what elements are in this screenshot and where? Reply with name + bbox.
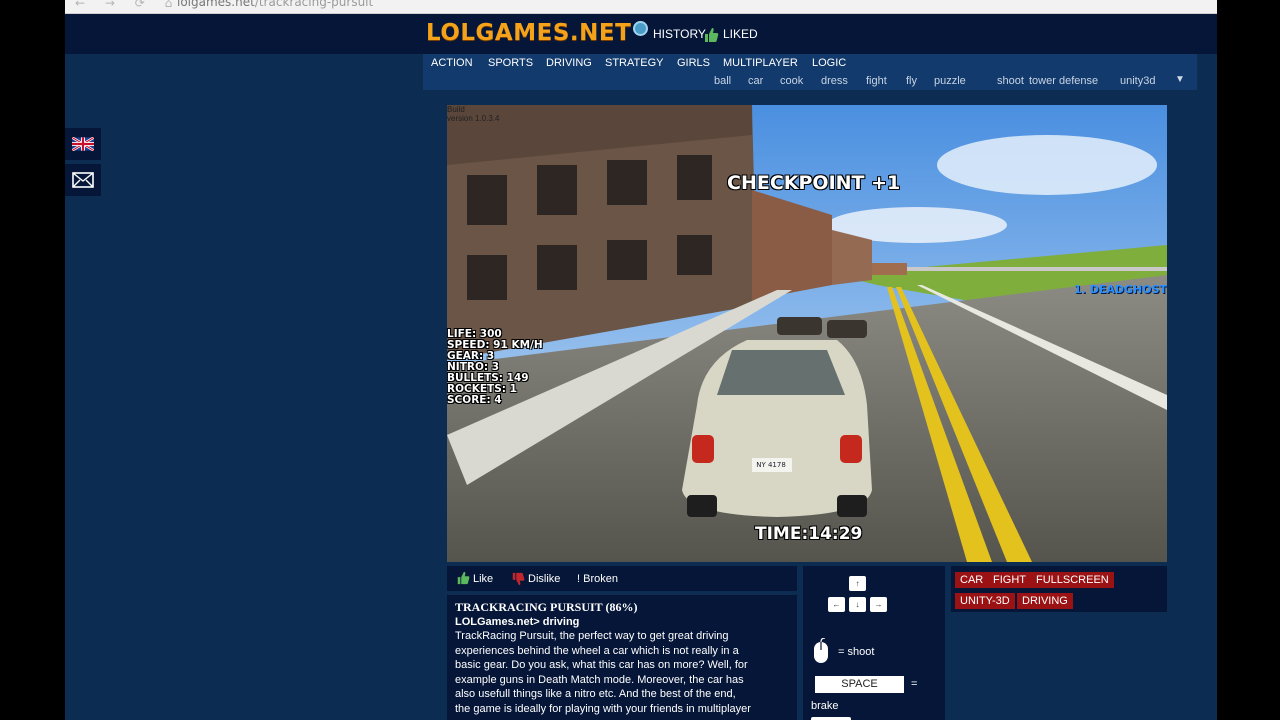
debug-line: Build	[447, 105, 465, 114]
game-tag-unity3d[interactable]: UNITY-3D	[955, 593, 1015, 609]
nav-action[interactable]: ACTION	[431, 57, 473, 69]
thumbs-up-icon[interactable]	[703, 27, 719, 43]
shoot-hint: = shoot	[838, 646, 875, 658]
tag-fly[interactable]: fly	[906, 75, 917, 87]
game-tags: CAR FIGHT FULLSCREEN UNITY-3D DRIVING	[951, 566, 1167, 612]
checkpoint-notice: CHECKPOINT +1	[727, 172, 901, 194]
breadcrumb[interactable]: LOLGames.net> driving	[455, 615, 789, 630]
site-logo[interactable]: LOLGAMES.NET	[426, 20, 631, 46]
tag-shoot[interactable]: shoot	[997, 75, 1024, 87]
screen: { "browser": { "nav_glyphs": "← → ⟳ ⌂", …	[0, 0, 1280, 720]
mail-icon	[72, 172, 94, 188]
like-button[interactable]: Like	[473, 573, 493, 585]
game-canvas[interactable]: Build version 1.0.3.4 CHECKPOINT +1 1. D…	[447, 105, 1167, 562]
url-host: lolgames.net	[177, 0, 255, 9]
arrow-down-key: ↓	[849, 597, 866, 612]
tag-fight[interactable]: fight	[866, 75, 887, 87]
broken-button[interactable]: ! Broken	[577, 573, 618, 585]
url-path: /trackracing-pursuit	[254, 0, 374, 9]
tag-dress[interactable]: dress	[821, 75, 848, 87]
player-name: 1. DEADGHOST	[1074, 283, 1167, 296]
hud-stats: LIFE: 300 SPEED: 91 KM/H GEAR: 3 NITRO: …	[447, 329, 543, 406]
game-title: TRACKRACING PURSUIT (86%)	[455, 600, 638, 614]
license-plate: NY 4178	[756, 461, 786, 469]
dislike-button[interactable]: Dislike	[528, 573, 560, 585]
tag-car[interactable]: car	[748, 75, 763, 87]
nav-sports[interactable]: SPORTS	[488, 57, 533, 69]
nav-logic[interactable]: LOGIC	[812, 57, 846, 69]
game-tag-fight[interactable]: FIGHT	[988, 572, 1031, 588]
tag-ball[interactable]: ball	[714, 75, 731, 87]
liked-link[interactable]: LIKED	[723, 27, 758, 41]
language-button[interactable]	[65, 128, 101, 160]
description-line: experiences behind the wheel a car which…	[455, 644, 739, 657]
nav-strategy[interactable]: STRATEGY	[605, 57, 663, 69]
nav-multiplayer[interactable]: MULTIPLAYER	[723, 57, 798, 69]
race-timer: TIME:14:29	[755, 524, 863, 544]
brake-hint: brake	[811, 700, 839, 712]
history-icon[interactable]	[633, 21, 648, 36]
controls-panel: ↑ ← ↓ → = shoot SPACE = brake	[803, 566, 945, 720]
space-key: SPACE	[815, 676, 904, 693]
rating-bar: Like Dislike ! Broken	[447, 566, 797, 591]
arrow-left-key: ←	[828, 597, 845, 612]
arrow-right-key: →	[870, 597, 887, 612]
game-tag-fullscreen[interactable]: FULLSCREEN	[1031, 572, 1114, 588]
equals-sign: =	[911, 678, 918, 690]
description-line: example guns in Death Match mode. Moreov…	[455, 673, 744, 686]
game-tag-car[interactable]: CAR	[955, 572, 989, 588]
browser-nav-icons[interactable]: ← → ⟳ ⌂	[75, 0, 180, 10]
contact-button[interactable]	[65, 164, 101, 196]
description-line: the game is ideally for playing with you…	[455, 702, 751, 715]
stat-score: SCORE: 4	[447, 394, 502, 406]
address-url[interactable]: lolgames.net/trackracing-pursuit	[177, 0, 373, 9]
tag-puzzle[interactable]: puzzle	[934, 75, 966, 87]
nav-girls[interactable]: GIRLS	[677, 57, 710, 69]
thumbs-down-icon	[512, 572, 525, 586]
browser-address-bar: ← → ⟳ ⌂ lolgames.net/trackracing-pursuit	[65, 0, 1217, 14]
tag-cook[interactable]: cook	[780, 75, 803, 87]
arrow-up-key: ↑	[849, 576, 866, 591]
game-description: TRACKRACING PURSUIT (86%) LOLGames.net> …	[447, 595, 797, 720]
tag-unity3d[interactable]: unity3d	[1120, 75, 1155, 87]
description-line: TrackRacing Pursuit, the perfect way to …	[455, 630, 729, 642]
nav-driving[interactable]: DRIVING	[546, 57, 592, 69]
debug-info: Build version 1.0.3.4	[447, 105, 499, 123]
description-line: also usefull things like a nitro etc. An…	[455, 688, 736, 700]
category-nav: ACTION SPORTS DRIVING STRATEGY GIRLS MUL…	[423, 54, 1197, 90]
page: LOLGAMES.NET HISTORY LIKED ACTION SPORTS…	[65, 14, 1217, 720]
tag-tower-defense[interactable]: tower defense	[1029, 75, 1098, 87]
thumbs-up-icon	[457, 571, 470, 585]
chevron-down-icon[interactable]: ▼	[1175, 74, 1185, 85]
history-link[interactable]: HISTORY	[653, 27, 706, 41]
uk-flag-icon	[72, 137, 94, 151]
debug-line: version 1.0.3.4	[447, 114, 500, 123]
mouse-icon	[814, 638, 828, 663]
game-tag-driving[interactable]: DRIVING	[1017, 593, 1073, 609]
site-header: LOLGAMES.NET HISTORY LIKED	[65, 14, 1217, 54]
description-line: basic gear. Do you ask, what this car ha…	[455, 659, 748, 671]
